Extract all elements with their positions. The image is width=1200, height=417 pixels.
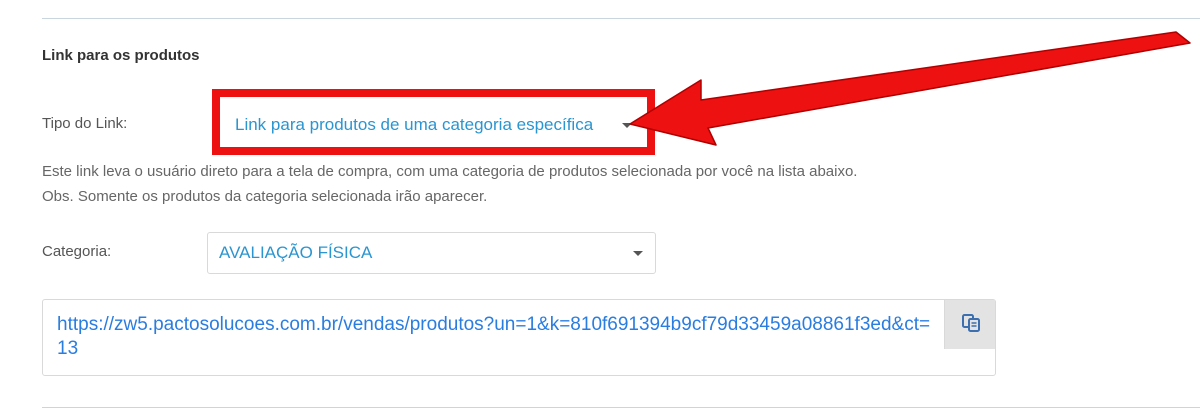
caret-down-icon — [622, 123, 632, 128]
copy-link-button[interactable] — [944, 300, 995, 349]
help-text-line-2: Obs. Somente os produtos da categoria se… — [42, 188, 488, 205]
section-title: Link para os produtos — [42, 47, 200, 64]
section-divider-bottom — [42, 407, 1200, 408]
categoria-label: Categoria: — [42, 243, 112, 260]
generated-link-url[interactable]: https://zw5.pactosolucoes.com.br/vendas/… — [57, 313, 937, 361]
caret-down-icon — [633, 251, 643, 256]
categoria-select[interactable]: AVALIAÇÃO FÍSICA — [207, 232, 656, 274]
categoria-selected-value: AVALIAÇÃO FÍSICA — [219, 243, 373, 262]
copy-icon — [962, 314, 980, 332]
tipo-link-selected-value: Link para produtos de uma categoria espe… — [235, 115, 594, 134]
generated-link-box[interactable]: https://zw5.pactosolucoes.com.br/vendas/… — [42, 299, 996, 376]
tipo-link-select[interactable]: Link para produtos de uma categoria espe… — [224, 104, 646, 146]
tipo-link-label: Tipo do Link: — [42, 115, 128, 132]
section-divider-top — [42, 18, 1200, 19]
help-text-line-1: Este link leva o usuário direto para a t… — [42, 163, 858, 180]
